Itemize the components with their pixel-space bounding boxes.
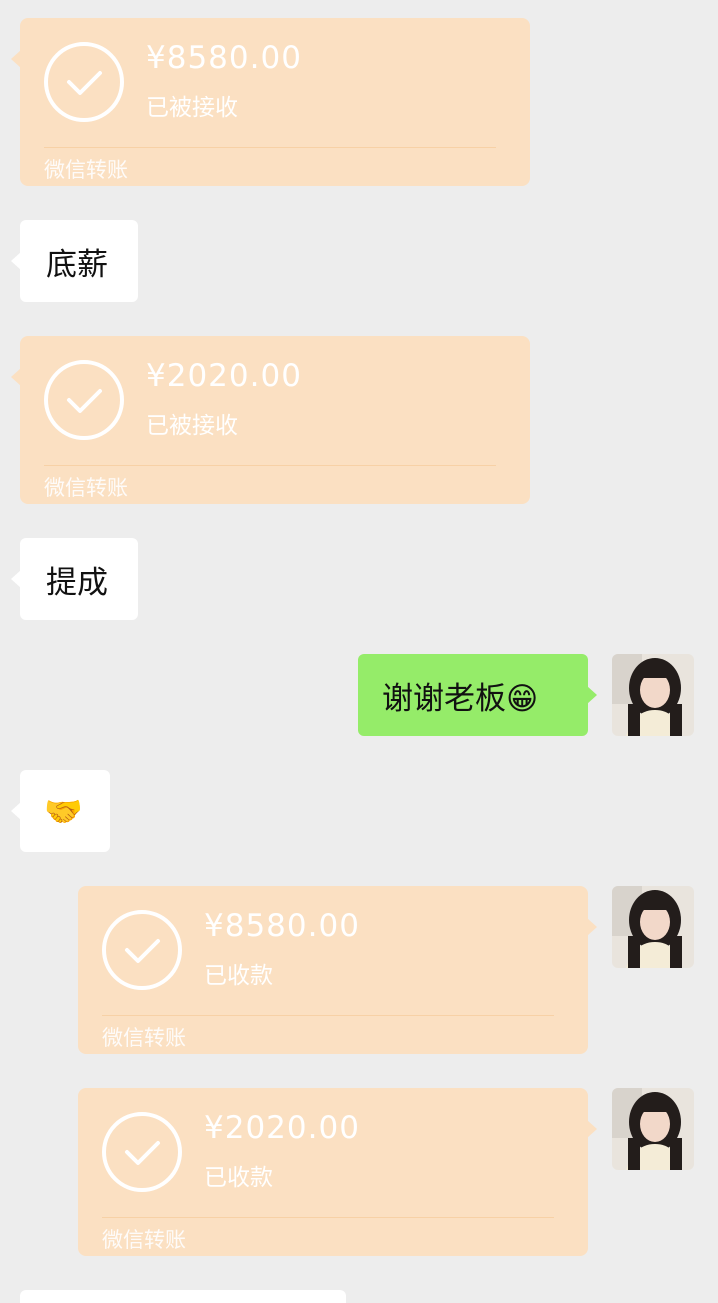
transfer-card[interactable]: ¥2020.00 已被接收 微信转账 <box>11 336 530 504</box>
message-bubble[interactable]: 底薪 <box>11 220 138 302</box>
message-text: 提成 <box>46 564 108 601</box>
transfer-card[interactable]: ¥2020.00 已收款 微信转账 <box>78 1088 597 1256</box>
transfer-status: 已被接收 <box>146 413 238 439</box>
transfer-footer: 微信转账 <box>44 476 128 500</box>
transfer-status: 已收款 <box>204 963 273 989</box>
transfer-amount: ¥8580.00 <box>146 40 302 76</box>
message-bubble[interactable]: 🤝 <box>11 770 110 852</box>
message-bubble-self[interactable]: 谢谢老板😁 <box>358 654 597 736</box>
check-circle-icon <box>44 42 124 122</box>
transfer-amount: ¥8580.00 <box>204 908 360 944</box>
divider <box>102 1015 554 1016</box>
message-bubble-partial[interactable] <box>20 1290 346 1303</box>
divider <box>44 147 496 148</box>
message-text: 底薪 <box>46 246 108 283</box>
transfer-footer: 微信转账 <box>102 1026 186 1050</box>
avatar[interactable] <box>612 1088 694 1170</box>
transfer-amount: ¥2020.00 <box>204 1110 360 1146</box>
avatar[interactable] <box>612 654 694 736</box>
divider <box>44 465 496 466</box>
transfer-status: 已收款 <box>204 1165 273 1191</box>
divider <box>102 1217 554 1218</box>
avatar[interactable] <box>612 886 694 968</box>
check-circle-icon <box>44 360 124 440</box>
transfer-footer: 微信转账 <box>44 158 128 182</box>
transfer-card[interactable]: ¥8580.00 已被接收 微信转账 <box>11 18 530 186</box>
message-bubble[interactable]: 提成 <box>11 538 138 620</box>
message-text: 谢谢老板😁 <box>382 680 539 717</box>
transfer-footer: 微信转账 <box>102 1228 186 1252</box>
transfer-status: 已被接收 <box>146 95 238 121</box>
check-circle-icon <box>102 1112 182 1192</box>
transfer-card[interactable]: ¥8580.00 已收款 微信转账 <box>78 886 597 1054</box>
transfer-amount: ¥2020.00 <box>146 358 302 394</box>
message-text: 🤝 <box>44 793 83 830</box>
check-circle-icon <box>102 910 182 990</box>
